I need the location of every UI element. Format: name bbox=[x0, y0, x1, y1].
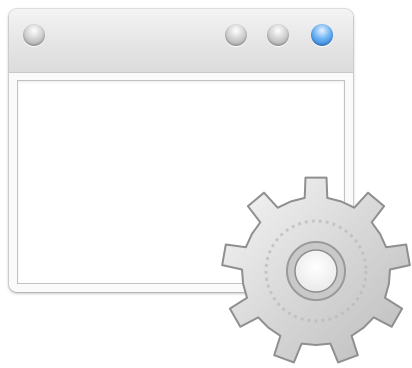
settings-app-icon bbox=[0, 0, 412, 368]
gear-hole bbox=[294, 249, 338, 293]
close-button[interactable] bbox=[23, 24, 45, 46]
zoom-button[interactable] bbox=[267, 24, 289, 46]
gear-icon bbox=[221, 176, 411, 364]
maximize-button[interactable] bbox=[311, 24, 333, 46]
window-titlebar bbox=[9, 9, 353, 73]
minimize-button[interactable] bbox=[225, 24, 247, 46]
